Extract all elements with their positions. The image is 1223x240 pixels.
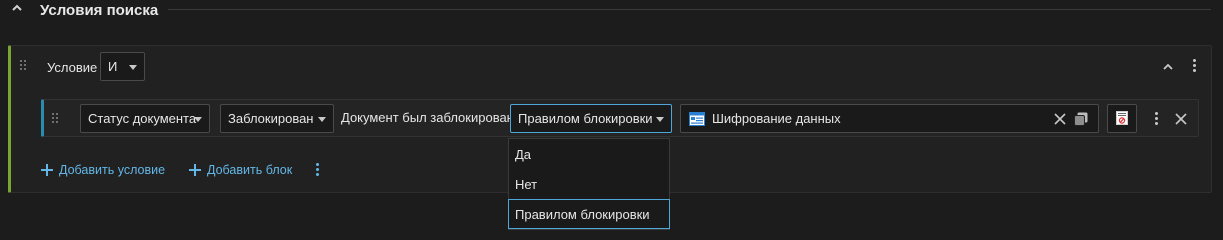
chevron-down-icon xyxy=(194,117,202,122)
dropdown-option-label: Правилом блокировки xyxy=(515,206,650,222)
pick-value-button[interactable] xyxy=(1107,104,1137,133)
clear-icon[interactable] xyxy=(1054,113,1066,125)
row-more-icon[interactable] xyxy=(1155,112,1158,126)
chevron-down-icon xyxy=(656,117,664,122)
copy-icon[interactable] xyxy=(1074,112,1088,126)
dropdown-option[interactable]: Нет xyxy=(509,169,669,199)
field-select[interactable]: Статус документа xyxy=(80,104,210,133)
add-condition-label: Добавить условие xyxy=(59,163,166,177)
add-block-button[interactable]: Добавить блок xyxy=(189,163,292,177)
chevron-up-icon[interactable] xyxy=(10,1,24,15)
plus-icon xyxy=(41,164,53,176)
blocked-by-label: Документ был заблокирован: xyxy=(341,110,518,125)
field-select-value: Статус документа xyxy=(88,111,197,126)
dropdown-option-label: Нет xyxy=(515,176,538,192)
group-operator-select[interactable]: И xyxy=(100,52,145,81)
add-condition-button[interactable]: Добавить условие xyxy=(41,163,165,177)
group-operator-value: И xyxy=(108,59,118,74)
section-title: Условия поиска xyxy=(40,2,159,19)
row-drag-handle-icon[interactable] xyxy=(52,113,60,125)
method-select-value: Правилом блокировки xyxy=(518,111,653,126)
group-label: Условие xyxy=(47,60,98,75)
group-drag-handle-icon[interactable] xyxy=(20,60,28,72)
dropdown-option[interactable]: Да xyxy=(509,139,669,169)
method-select[interactable]: Правилом блокировки xyxy=(510,104,672,133)
plus-icon xyxy=(189,164,201,176)
group-more-icon[interactable] xyxy=(1193,59,1196,73)
status-select-value: Заблокирован xyxy=(228,111,314,126)
add-block-label: Добавить блок xyxy=(207,163,293,177)
dropdown-option-label: Да xyxy=(515,146,532,162)
chevron-down-icon xyxy=(318,117,326,122)
section-divider xyxy=(168,9,1211,10)
remove-condition-icon[interactable] xyxy=(1175,113,1187,125)
method-dropdown: Да Нет Правилом блокировки xyxy=(508,138,670,230)
footer-more-icon[interactable] xyxy=(316,163,319,177)
condition-row: Статус документа Заблокирован Документ б… xyxy=(41,99,1199,137)
collapse-group-icon[interactable] xyxy=(1161,60,1175,74)
section-header: Условия поиска xyxy=(0,0,1223,24)
rule-icon xyxy=(689,112,705,126)
chevron-down-icon xyxy=(129,65,137,70)
status-select[interactable]: Заблокирован xyxy=(220,104,334,133)
rule-list-icon xyxy=(1116,111,1128,125)
dropdown-option-selected[interactable]: Правилом блокировки xyxy=(508,199,670,229)
value-text: Шифрование данных xyxy=(712,111,841,126)
value-field[interactable]: Шифрование данных xyxy=(680,104,1099,133)
